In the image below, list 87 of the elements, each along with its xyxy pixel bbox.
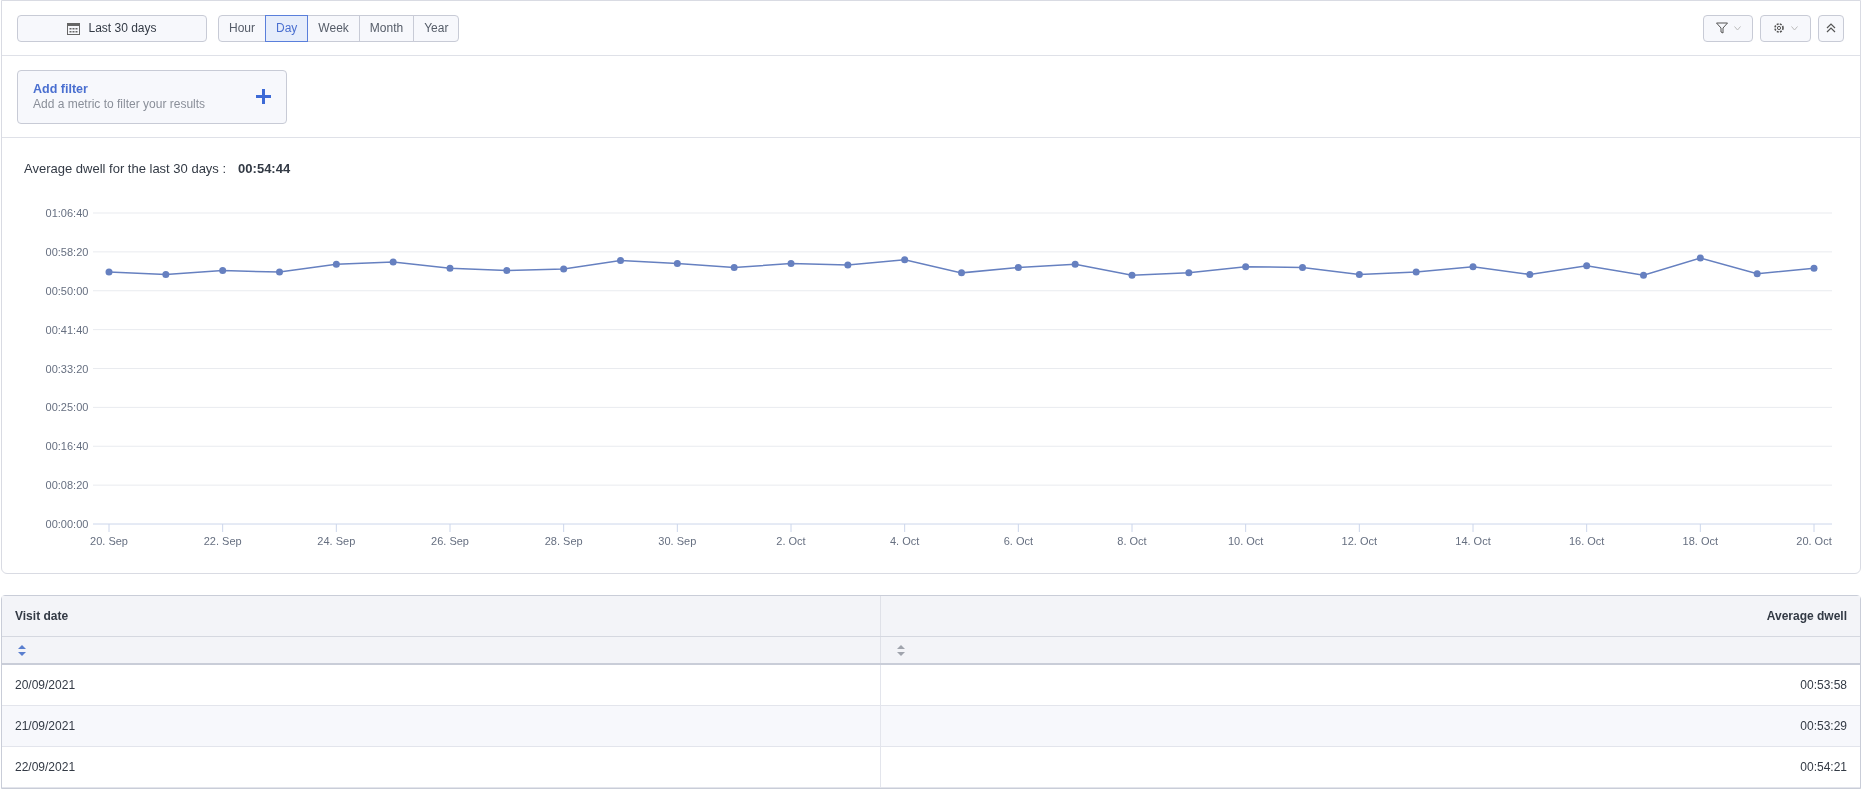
table-cell-text: 22/09/2021 <box>15 759 76 776</box>
granularity-tab[interactable]: Year <box>413 14 460 42</box>
x-axis-label: 28. Sep <box>544 535 583 547</box>
x-axis-label: 2. Oct <box>776 535 806 547</box>
calendar-icon <box>67 21 81 35</box>
data-point <box>332 260 340 268</box>
data-point <box>1185 269 1193 277</box>
data-point <box>1242 263 1250 271</box>
y-axis-label: 00:58:20 <box>45 245 89 258</box>
data-point <box>958 269 965 277</box>
add-filter-card[interactable]: Add filter Add a metric to filter your results <box>17 69 287 124</box>
sort-icon[interactable] <box>897 644 905 656</box>
x-axis-label: 20. Sep <box>90 535 128 547</box>
granularity-tab[interactable]: Day <box>265 14 309 42</box>
data-point <box>1526 270 1534 278</box>
data-point <box>1469 263 1477 271</box>
filter-icon <box>1715 22 1728 34</box>
y-axis-label: 00:00:00 <box>45 518 89 530</box>
y-axis-label: 00:50:00 <box>45 284 89 297</box>
column-header: Visit date <box>2 596 881 636</box>
x-axis-label: 20. Oct <box>1796 535 1832 547</box>
data-point <box>1753 270 1761 278</box>
data-point <box>730 263 738 271</box>
granularity-tab[interactable]: Month <box>358 14 415 42</box>
data-point <box>162 270 170 278</box>
data-point <box>617 256 624 264</box>
data-point <box>105 268 113 276</box>
date-range-button[interactable]: Last 30 days <box>17 14 207 42</box>
table-cell-text: 21/09/2021 <box>15 718 76 735</box>
data-point <box>1128 271 1136 279</box>
x-axis-label: 22. Sep <box>203 535 242 547</box>
data-point <box>560 265 568 273</box>
settings-dropdown-button[interactable] <box>1760 14 1811 42</box>
data-point <box>844 261 852 269</box>
x-axis-label: 10. Oct <box>1227 535 1264 547</box>
data-point <box>276 268 283 276</box>
table-cell-text: 20/09/2021 <box>15 677 76 694</box>
y-axis-label: 01:06:40 <box>45 207 89 219</box>
y-axis-label: 00:08:20 <box>45 479 89 492</box>
double-chevron-up-icon <box>1826 23 1836 33</box>
filter-dropdown-button[interactable] <box>1703 14 1753 42</box>
add-filter-subtitle: Add a metric to filter your results <box>33 96 206 112</box>
chevron-down-icon <box>1791 25 1798 31</box>
data-point <box>503 267 511 275</box>
data-point <box>787 260 795 268</box>
data-point <box>446 264 454 272</box>
data-point <box>1583 262 1591 270</box>
data-point <box>901 256 909 264</box>
table-cell-text: 00:54:21 <box>1800 759 1847 776</box>
x-axis-label: 18. Oct <box>1682 535 1719 547</box>
data-point <box>1355 270 1363 278</box>
settings-icon <box>1773 22 1785 34</box>
summary-value: 00:54:44 <box>238 160 291 179</box>
data-point <box>1696 254 1704 262</box>
summary-label: Average dwell for the last 30 days : <box>24 160 227 179</box>
x-axis-label: 24. Sep <box>317 535 356 547</box>
sort-icon[interactable] <box>18 644 26 656</box>
x-axis-label: 4. Oct <box>890 535 920 547</box>
add-filter-title: Add filter <box>33 81 89 97</box>
data-point <box>1640 271 1647 279</box>
data-point <box>389 258 397 266</box>
x-axis-label: 12. Oct <box>1341 535 1378 547</box>
x-axis-label: 14. Oct <box>1455 535 1491 547</box>
data-point <box>1299 263 1306 271</box>
y-axis-label: 00:16:40 <box>45 440 89 453</box>
table-cell-text: 00:53:58 <box>1800 677 1847 694</box>
x-axis-label: 8. Oct <box>1117 535 1147 547</box>
data-point <box>1412 268 1420 276</box>
x-axis-label: 6. Oct <box>1003 535 1033 547</box>
plus-icon <box>256 89 271 104</box>
y-axis-label: 00:25:00 <box>45 401 89 414</box>
y-axis-label: 00:33:20 <box>45 362 89 375</box>
data-point <box>1014 263 1022 271</box>
column-header: Average dwell <box>1765 608 1848 625</box>
x-axis-label: 16. Oct <box>1568 535 1605 547</box>
data-point <box>1810 264 1818 272</box>
data-point <box>1071 260 1079 268</box>
x-axis-label: 30. Sep <box>658 535 697 547</box>
granularity-tab[interactable]: Week <box>307 14 360 42</box>
granularity-tab[interactable]: Hour <box>218 14 266 42</box>
data-point <box>673 260 681 268</box>
chevron-down-icon <box>1733 25 1741 31</box>
x-axis-label: 26. Sep <box>431 535 469 547</box>
data-point <box>219 267 227 275</box>
table-cell-text: 00:53:29 <box>1800 718 1847 735</box>
collapse-button[interactable] <box>1818 14 1844 42</box>
y-axis-label: 00:41:40 <box>45 323 89 336</box>
